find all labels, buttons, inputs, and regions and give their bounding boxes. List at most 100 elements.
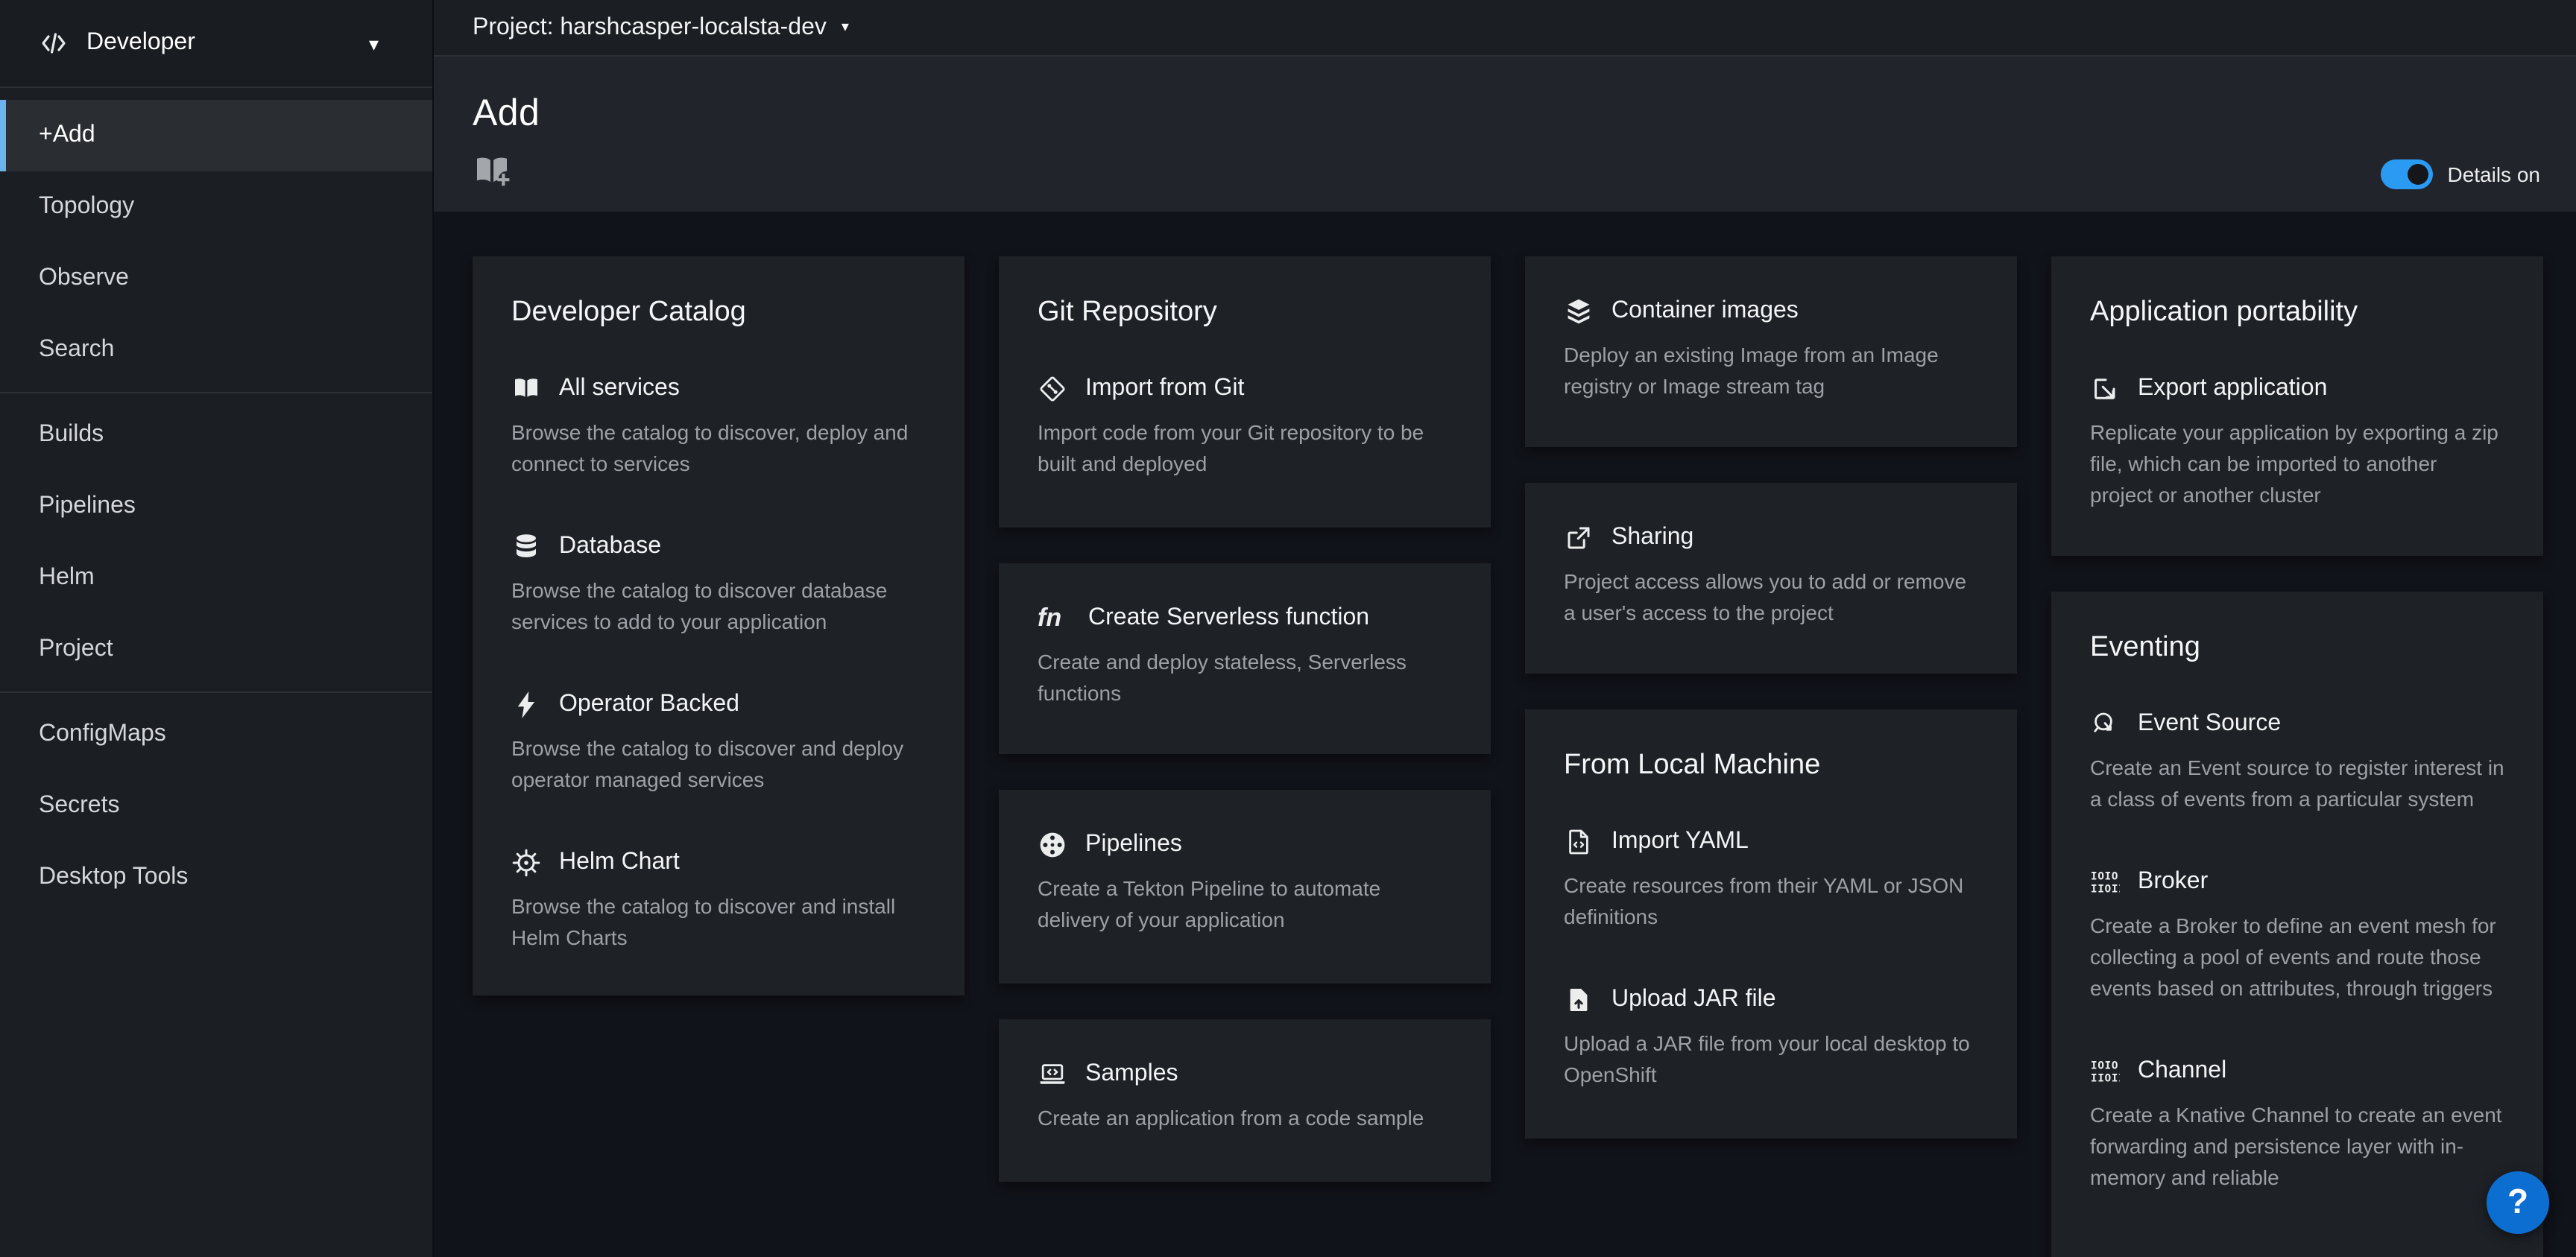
item-head: Upload JAR file	[1564, 984, 1978, 1016]
item-head: Import from Git	[1038, 373, 1452, 405]
catalog-item-helm-chart[interactable]: Helm ChartBrowse the catalog to discover…	[511, 846, 926, 954]
catalog-item-samples[interactable]: SamplesCreate an application from a code…	[1038, 1058, 1452, 1134]
item-label: All services	[559, 376, 680, 402]
item-desc: Create resources from their YAML or JSON…	[1564, 870, 1978, 933]
sidebar-item-configmaps[interactable]: ConfigMaps	[0, 699, 432, 770]
card-column-3: Container imagesDeploy an existing Image…	[1525, 256, 2017, 1257]
code-icon	[39, 28, 69, 58]
git-icon	[1038, 374, 1067, 404]
item-desc: Create an application from a code sample	[1038, 1103, 1452, 1134]
sidebar-item-builds[interactable]: Builds	[0, 399, 432, 471]
card-title: From Local Machine	[1564, 748, 1978, 784]
item-desc: Browse the catalog to discover and deplo…	[511, 733, 926, 796]
bolt-icon	[511, 690, 541, 720]
catalog-item-database[interactable]: Database Browse the catalog to discover d…	[511, 531, 926, 638]
item-label: Import YAML	[1611, 829, 1749, 855]
item-desc: Browse the catalog to discover database …	[511, 575, 926, 638]
item-head: Sharing	[1564, 522, 1978, 554]
item-label: Upload JAR file	[1611, 987, 1776, 1013]
sidebar-item-helm[interactable]: Helm	[0, 542, 432, 614]
catalog-item-export-application[interactable]: Export application Replicate your applica…	[2090, 373, 2504, 511]
item-head: Export application	[2090, 373, 2504, 405]
help-button[interactable]: ?	[2487, 1171, 2549, 1233]
sidebar-item-observe[interactable]: Observe	[0, 243, 432, 314]
page-header: Add Details on	[434, 57, 2576, 212]
perspective-switcher[interactable]: Developer ▾	[0, 0, 432, 88]
database-icon	[511, 532, 541, 562]
card-title: Eventing	[2090, 630, 2504, 666]
samples-icon	[1038, 1060, 1067, 1089]
sidebar-item-project[interactable]: Project	[0, 614, 432, 686]
item-desc: Import code from your Git repository to …	[1038, 417, 1452, 480]
sidebar-item-pipelines[interactable]: Pipelines	[0, 471, 432, 542]
item-desc: Create a Broker to define an event mesh …	[2090, 911, 2504, 1004]
card-grid: Developer Catalog All services Browse the …	[473, 256, 2545, 1257]
item-head: Operator Backed	[511, 688, 926, 721]
item-desc: Create and deploy stateless, Serverless …	[1038, 647, 1452, 709]
catalog-item-upload-jar-file[interactable]: Upload JAR fileUpload a JAR file from yo…	[1564, 984, 1978, 1091]
card-title: Developer Catalog	[511, 295, 926, 331]
sidebar-item-add[interactable]: +Add	[0, 100, 432, 171]
item-desc: Create a Knative Channel to create an ev…	[2090, 1100, 2504, 1194]
sidebar-nav: +AddTopologyObserveSearch BuildsPipelines…	[0, 88, 432, 914]
caret-down-icon: ▾	[369, 34, 379, 53]
main-area: Project: harshcasper-localsta-dev ▾ Add …	[432, 0, 2576, 1257]
helm-icon	[511, 848, 541, 878]
catalog-item-event-source[interactable]: Event SourceCreate an Event source to re…	[2090, 708, 2504, 815]
sidebar-divider	[0, 392, 432, 393]
item-head: Container images	[1564, 295, 1978, 328]
item-desc: Browse the catalog to discover, deploy a…	[511, 417, 926, 480]
sidebar-item-desktop-tools[interactable]: Desktop Tools	[0, 842, 432, 914]
add-page-content: Developer Catalog All services Browse the …	[434, 212, 2576, 1257]
file-code-icon	[1564, 827, 1594, 857]
binary-icon: IOIOIIOII	[2090, 867, 2120, 897]
card-eventing: Eventing Event SourceCreate an Event sour…	[2051, 592, 2543, 1257]
item-desc: Create an Event source to register inter…	[2090, 753, 2504, 815]
catalog-item-operator-backed[interactable]: Operator Backed Browse the catalog to dis…	[511, 688, 926, 796]
card-column-4: Application portabilityExport applicatio…	[2051, 256, 2543, 1257]
card-column-1: Developer Catalog All services Browse the …	[473, 256, 965, 1257]
card-title: Git Repository	[1038, 295, 1452, 331]
project-selector-label: Project: harshcasper-localsta-dev	[473, 14, 827, 41]
svg-text:IIOII: IIOII	[2091, 1073, 2120, 1085]
item-label: Sharing	[1611, 525, 1693, 551]
fn-icon: fn	[1038, 604, 1070, 633]
catalog-item-all-services[interactable]: All services Browse the catalog to discov…	[511, 373, 926, 480]
catalog-item-channel[interactable]: IOIOIIOIIChannel Create a Knative Channel…	[2090, 1055, 2504, 1194]
details-toggle[interactable]	[2380, 159, 2432, 189]
catalog-item-broker[interactable]: IOIOIIOII Broker Create a Broker to define…	[2090, 866, 2504, 1004]
catalog-item-pipelines[interactable]: PipelinesCreate a Tekton Pipeline to aut…	[1038, 829, 1452, 936]
item-label: Container images	[1611, 298, 1799, 325]
item-desc: Replicate your application by exporting …	[2090, 417, 2504, 511]
book-plus-icon[interactable]	[473, 152, 511, 191]
catalog-item-import-from-git[interactable]: Import from Git Import code from your Git…	[1038, 373, 1452, 480]
caret-down-icon: ▾	[842, 20, 849, 35]
catalog-item-create-serverless-function[interactable]: fn Create Serverless function Create and d…	[1038, 602, 1452, 709]
sidebar-divider	[0, 691, 432, 693]
card-pipelines: PipelinesCreate a Tekton Pipeline to aut…	[999, 790, 1491, 984]
item-label: Pipelines	[1085, 832, 1182, 858]
item-head: IOIOIIOIIChannel	[2090, 1055, 2504, 1088]
card-samples: SamplesCreate an application from a code…	[999, 1019, 1491, 1182]
card-developer-catalog: Developer Catalog All services Browse the …	[473, 256, 965, 995]
file-upload-icon	[1564, 985, 1594, 1015]
catalog-item-sharing[interactable]: SharingProject access allows you to add …	[1564, 522, 1978, 629]
project-selector[interactable]: Project: harshcasper-localsta-dev ▾	[473, 14, 849, 41]
sidebar-item-search[interactable]: Search	[0, 314, 432, 386]
item-head: Database	[511, 531, 926, 563]
catalog-item-container-images[interactable]: Container imagesDeploy an existing Image…	[1564, 295, 1978, 402]
item-label: Export application	[2138, 376, 2327, 402]
item-label: Broker	[2138, 869, 2208, 896]
details-switch-group: Details on	[2380, 159, 2540, 189]
item-label: Import from Git	[1085, 376, 1244, 402]
item-head: IOIOIIOII Broker	[2090, 866, 2504, 899]
item-head: All services	[511, 373, 926, 405]
sidebar-item-secrets[interactable]: Secrets	[0, 770, 432, 842]
catalog-item-import-yaml[interactable]: Import YAML Create resources from their Y…	[1564, 826, 1978, 933]
card-sharing: SharingProject access allows you to add …	[1525, 483, 2017, 674]
sidebar-item-topology[interactable]: Topology	[0, 171, 432, 243]
card-application-portability: Application portabilityExport applicatio…	[2051, 256, 2543, 556]
item-head: fn Create Serverless function	[1038, 602, 1452, 635]
card-create-serverless-function: fn Create Serverless function Create and d…	[999, 563, 1491, 754]
item-label: Create Serverless function	[1088, 605, 1369, 632]
